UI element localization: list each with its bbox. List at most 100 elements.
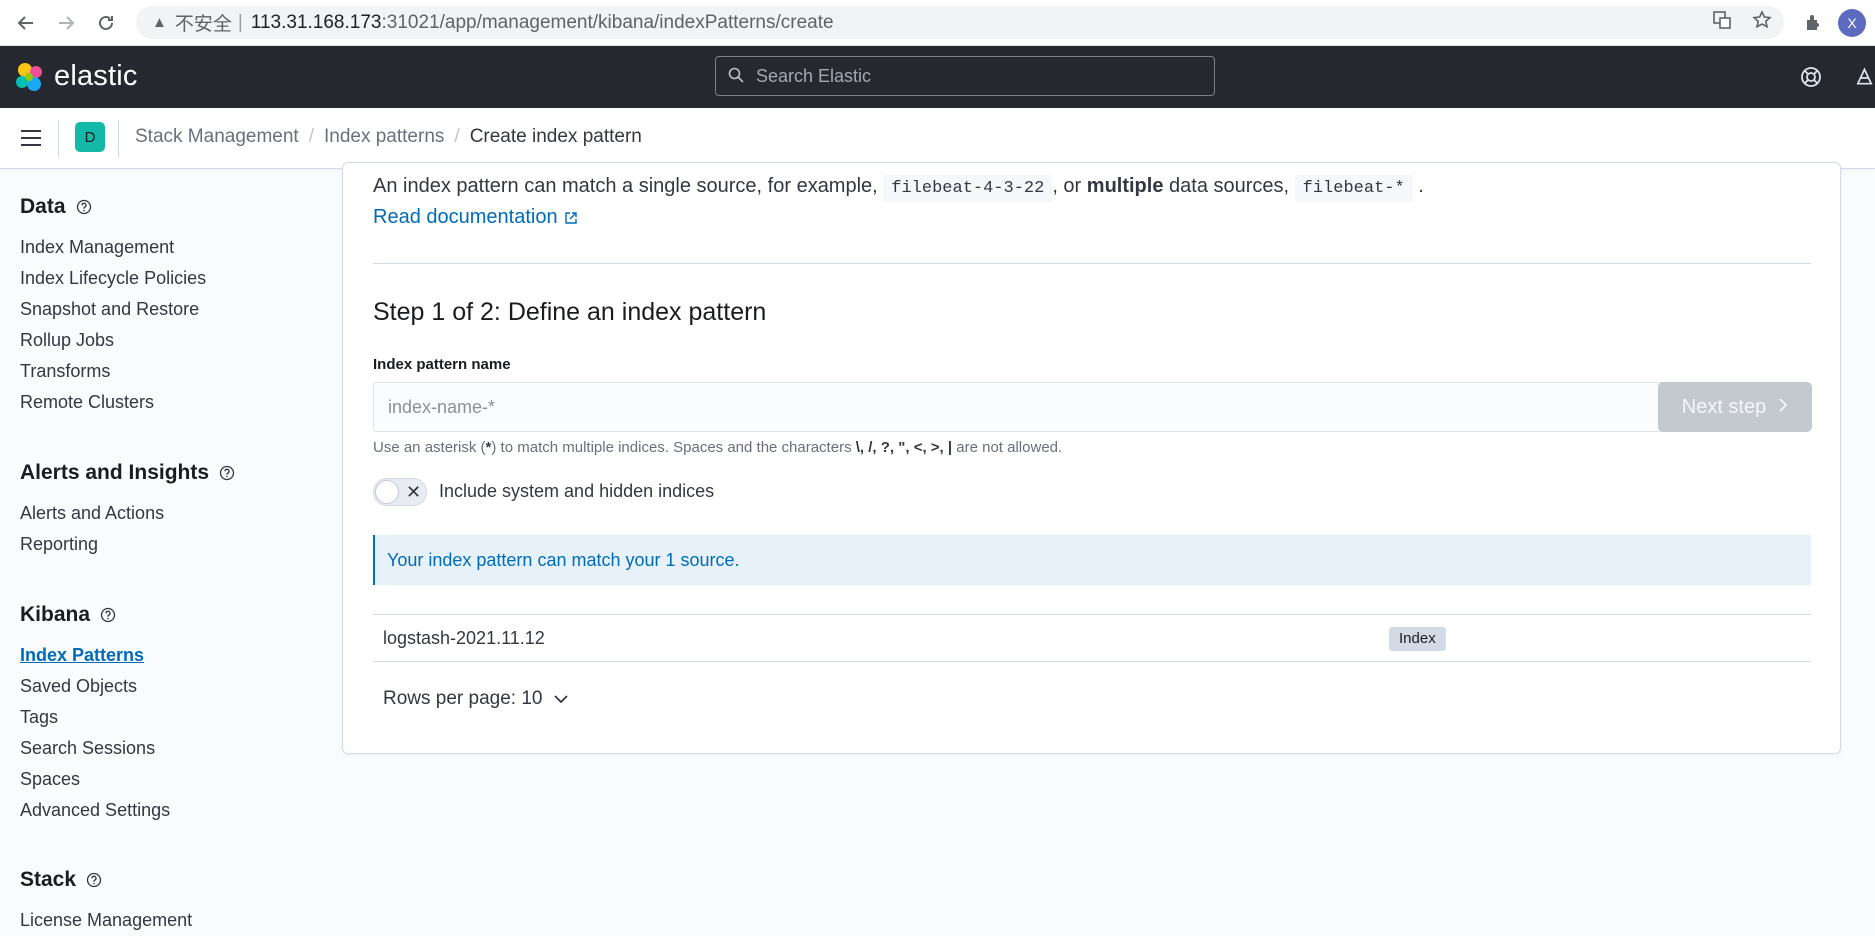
sidebar-group-title: Alerts and Insights bbox=[20, 459, 235, 487]
intro-part: , or bbox=[1052, 175, 1082, 197]
sidebar-item-spaces[interactable]: Spaces bbox=[20, 764, 170, 795]
breadcrumb-separator: / bbox=[308, 126, 314, 147]
help-text-part: ) to match multiple indices. Spaces and … bbox=[491, 439, 852, 456]
help-text-part: are not allowed. bbox=[956, 439, 1063, 456]
table-row: logstash-2021.11.12 Index bbox=[373, 614, 1811, 662]
next-step-button[interactable]: Next step bbox=[1658, 382, 1812, 432]
intro-part: An index pattern can match a single sour… bbox=[373, 175, 878, 197]
breadcrumb-current: Create index pattern bbox=[469, 126, 642, 147]
space-avatar[interactable]: D bbox=[75, 122, 105, 152]
sidebar-group-data: Data Index Management Index Lifecycle Po… bbox=[20, 193, 206, 418]
breadcrumb-stack-management[interactable]: Stack Management bbox=[135, 126, 299, 148]
translate-icon[interactable] bbox=[1712, 10, 1732, 36]
divider bbox=[58, 120, 59, 158]
kibana-header: elastic Search Elastic bbox=[0, 46, 1875, 108]
sidebar-group-title-text: Alerts and Insights bbox=[20, 461, 210, 484]
breadcrumb-index-patterns[interactable]: Index patterns bbox=[324, 126, 444, 148]
sidebar-item-transforms[interactable]: Transforms bbox=[20, 356, 206, 387]
browser-toolbar: ▲ 不安全 | 113.31.168.173:31021/app/managem… bbox=[0, 0, 1875, 46]
read-documentation-link[interactable]: Read documentation bbox=[373, 206, 578, 229]
forward-icon[interactable] bbox=[52, 9, 80, 37]
extensions-icon[interactable] bbox=[1800, 9, 1826, 35]
sidebar-item-remote-clusters[interactable]: Remote Clusters bbox=[20, 387, 206, 418]
profile-avatar[interactable]: X bbox=[1838, 9, 1866, 37]
help-menu-icon[interactable] bbox=[1798, 64, 1824, 90]
chevron-down-icon bbox=[553, 691, 569, 707]
bookmark-star-icon[interactable] bbox=[1752, 9, 1772, 36]
rows-per-page-label: Rows per page: 10 bbox=[383, 688, 543, 709]
breadcrumb: Stack Management / Index patterns / Crea… bbox=[135, 126, 642, 148]
reload-icon[interactable] bbox=[92, 9, 120, 37]
divider bbox=[118, 120, 119, 158]
breadcrumb-bar: D Stack Management / Index patterns / Cr… bbox=[0, 108, 1875, 169]
intro-text: An index pattern can match a single sour… bbox=[373, 175, 1424, 202]
breadcrumb-separator: / bbox=[454, 126, 460, 147]
help-icon[interactable] bbox=[86, 872, 102, 888]
sidebar-group-kibana: Kibana Index Patterns Saved Objects Tags… bbox=[20, 601, 170, 826]
sidebar-item-reporting[interactable]: Reporting bbox=[20, 529, 235, 560]
back-icon[interactable] bbox=[12, 9, 40, 37]
sidebar-item-index-patterns[interactable]: Index Patterns bbox=[20, 640, 170, 671]
close-icon: ✕ bbox=[406, 482, 422, 502]
hamburger-menu-icon[interactable] bbox=[18, 125, 44, 151]
index-name: logstash-2021.11.12 bbox=[383, 628, 545, 648]
elastic-logo-icon bbox=[14, 61, 46, 93]
sidebar-item-license-management[interactable]: License Management bbox=[20, 905, 192, 936]
newsfeed-icon[interactable] bbox=[1854, 64, 1875, 90]
divider bbox=[373, 263, 1811, 264]
index-pattern-help-text: Use an asterisk (*) to match multiple in… bbox=[373, 439, 1062, 456]
read-documentation-label: Read documentation bbox=[373, 206, 558, 228]
sidebar-group-title-text: Kibana bbox=[20, 603, 91, 626]
sidebar-item-alerts-and-actions[interactable]: Alerts and Actions bbox=[20, 498, 235, 529]
sidebar-item-advanced-settings[interactable]: Advanced Settings bbox=[20, 795, 170, 826]
toggle-knob bbox=[375, 480, 399, 504]
sidebar-item-index-management[interactable]: Index Management bbox=[20, 232, 206, 263]
url-path: :31021/app/management/kibana/indexPatter… bbox=[381, 11, 834, 33]
search-icon bbox=[728, 67, 744, 88]
sidebar-group-alerts: Alerts and Insights Alerts and Actions R… bbox=[20, 459, 235, 560]
sidebar-item-snapshot-and-restore[interactable]: Snapshot and Restore bbox=[20, 294, 206, 325]
url-host: 113.31.168.173 bbox=[250, 11, 382, 33]
management-sidebar: Data Index Management Index Lifecycle Po… bbox=[0, 169, 330, 935]
index-pattern-name-input[interactable] bbox=[373, 382, 1667, 432]
address-bar[interactable]: ▲ 不安全 | 113.31.168.173:31021/app/managem… bbox=[136, 6, 1784, 39]
help-text-chars: \, /, ?, ", <, >, | bbox=[855, 439, 953, 456]
create-index-pattern-panel: An index pattern can match a single sour… bbox=[342, 162, 1841, 754]
sidebar-group-title-text: Data bbox=[20, 195, 66, 218]
sidebar-item-search-sessions[interactable]: Search Sessions bbox=[20, 733, 170, 764]
help-icon[interactable] bbox=[76, 199, 92, 215]
help-text-part: Use an asterisk ( bbox=[373, 439, 486, 456]
warning-icon: ▲ bbox=[152, 14, 167, 31]
external-link-icon bbox=[564, 211, 578, 225]
sidebar-group-title: Kibana bbox=[20, 601, 170, 629]
sidebar-item-tags[interactable]: Tags bbox=[20, 702, 170, 733]
include-hidden-indices-toggle[interactable]: ✕ bbox=[373, 478, 427, 506]
include-hidden-indices-label: Include system and hidden indices bbox=[439, 481, 715, 501]
match-callout: Your index pattern can match your 1 sour… bbox=[373, 535, 1811, 585]
elastic-logo[interactable]: elastic bbox=[14, 60, 138, 93]
rows-per-page-button[interactable]: Rows per page: 10 bbox=[383, 688, 569, 710]
matching-indices-table: logstash-2021.11.12 Index bbox=[373, 614, 1811, 662]
url-separator: | bbox=[237, 11, 243, 33]
step-title: Step 1 of 2: Define an index pattern bbox=[373, 298, 767, 326]
brand-name: elastic bbox=[54, 60, 138, 92]
sidebar-group-stack: Stack License Management bbox=[20, 866, 192, 936]
sidebar-group-title: Stack bbox=[20, 866, 192, 894]
intro-part: . bbox=[1418, 175, 1424, 197]
code-example: filebeat-4-3-22 bbox=[883, 175, 1053, 202]
help-icon[interactable] bbox=[100, 607, 116, 623]
search-placeholder: Search Elastic bbox=[756, 65, 872, 86]
intro-part: data sources, bbox=[1169, 175, 1290, 197]
index-type-badge: Index bbox=[1389, 627, 1446, 651]
chevron-right-icon bbox=[1778, 396, 1788, 419]
insecure-label: 不安全 bbox=[174, 14, 232, 35]
index-pattern-name-label: Index pattern name bbox=[373, 356, 511, 373]
sidebar-item-index-lifecycle-policies[interactable]: Index Lifecycle Policies bbox=[20, 263, 206, 294]
sidebar-item-rollup-jobs[interactable]: Rollup Jobs bbox=[20, 325, 206, 356]
global-search-input[interactable]: Search Elastic bbox=[715, 56, 1215, 96]
sidebar-item-saved-objects[interactable]: Saved Objects bbox=[20, 671, 170, 702]
next-step-label: Next step bbox=[1681, 395, 1767, 418]
sidebar-group-title: Data bbox=[20, 193, 206, 221]
sidebar-group-title-text: Stack bbox=[20, 868, 77, 891]
help-icon[interactable] bbox=[219, 465, 235, 481]
